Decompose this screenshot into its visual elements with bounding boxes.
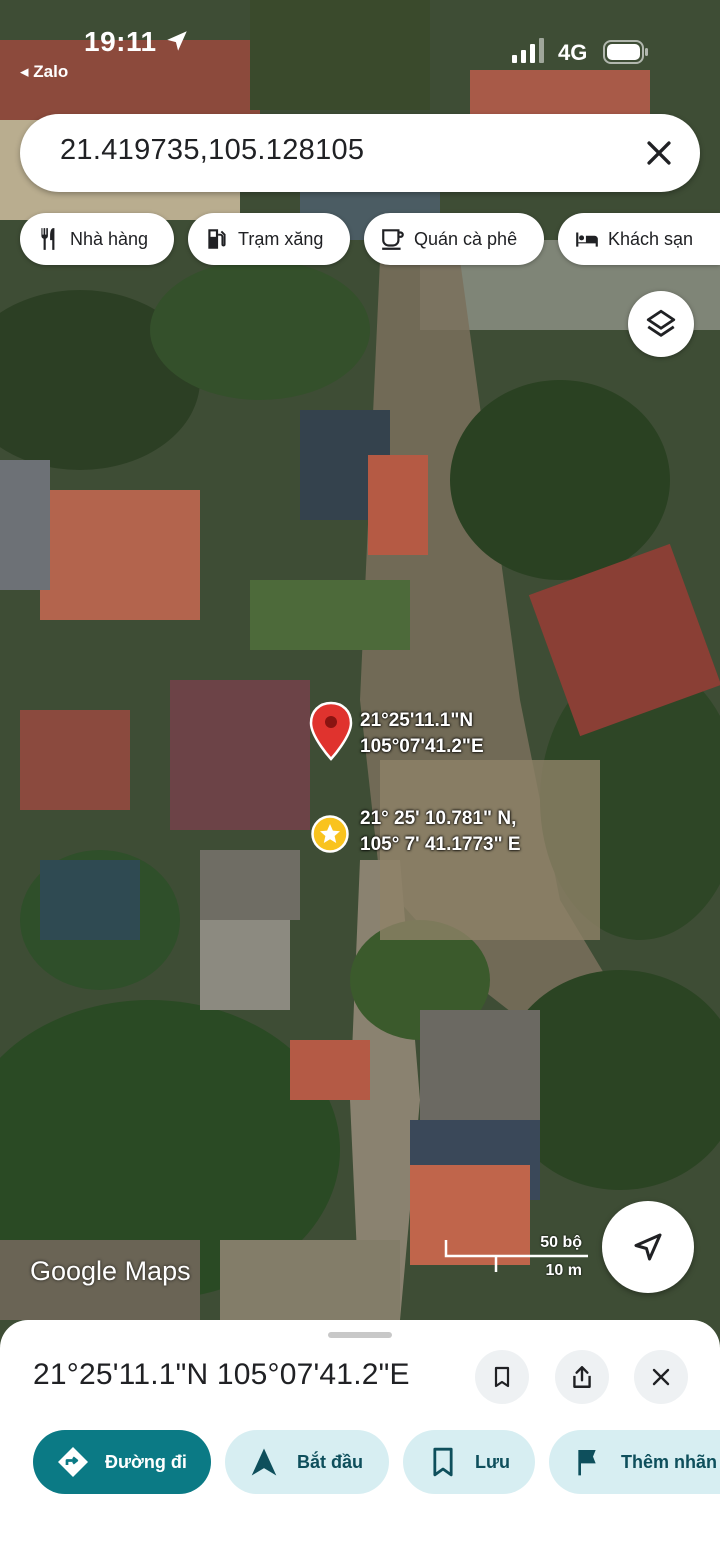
directions-label: Đường đi [105,1451,187,1472]
pin-label-line: 105°07'41.2"E [360,736,484,757]
close-sheet-button[interactable] [634,1350,688,1404]
restaurant-icon [41,228,55,250]
place-bottom-sheet[interactable]: 21°25'11.1"N 105°07'41.2"E Đường đi Bắt … [0,1320,720,1564]
directions-icon [58,1447,88,1477]
search-bar[interactable]: 21.419735,105.128105 [20,114,700,192]
place-title: 21°25'11.1"N 105°07'41.2"E [33,1358,410,1391]
chip-label: Trạm xăng [238,228,324,249]
save-label: Lưu [475,1451,511,1472]
google-maps-logo: Google Maps [30,1256,191,1286]
close-icon[interactable] [642,136,676,170]
share-icon [573,1366,591,1388]
close-icon [652,1368,670,1386]
start-label: Bắt đầu [297,1451,364,1472]
directions-button[interactable]: Đường đi [33,1430,211,1494]
add-label-label: Thêm nhãn [621,1451,718,1472]
chip-gas-stations[interactable]: Trạm xăng [188,213,350,265]
scale-metric: 10 m [545,1262,582,1279]
signal-strength-icon [512,38,544,63]
share-button[interactable] [555,1350,609,1404]
search-input[interactable]: 21.419735,105.128105 [60,134,364,167]
navigation-arrow-icon [251,1448,277,1476]
flag-icon [578,1450,596,1476]
start-button[interactable]: Bắt đầu [225,1430,389,1494]
save-button[interactable]: Lưu [403,1430,535,1494]
pin-label-line: 21°25'11.1"N [360,710,474,731]
battery-icon [603,40,648,64]
chip-hotels[interactable]: Khách sạn [558,213,720,265]
location-arrow-icon [167,31,187,51]
scale-imperial: 50 bộ [540,1234,582,1251]
network-type: 4G [558,40,588,65]
save-bookmark-button[interactable] [475,1350,529,1404]
chip-label: Khách sạn [608,228,694,249]
star-coordinates-label: 21° 25' 10.781" N, 105° 7' 41.1773" E [360,806,521,858]
bookmark-icon [494,1366,510,1388]
back-to-app-link[interactable]: ◂ Zalo [20,62,68,82]
map-pin-icon[interactable] [308,701,354,763]
chip-coffee[interactable]: Quán cà phê [364,213,544,265]
my-location-button[interactable] [602,1201,694,1293]
star-label-line: 21° 25' 10.781" N, [360,808,517,829]
coffee-icon [382,229,404,250]
hotel-icon [576,232,598,247]
add-label-button[interactable]: Thêm nhãn [549,1430,720,1494]
map-layers-button[interactable] [628,291,694,357]
navigation-arrow-icon [634,1233,662,1261]
map-scale: 50 bộ 10 m [444,1234,594,1286]
bookmark-icon [433,1447,453,1477]
pin-coordinates-label: 21°25'11.1"N 105°07'41.2"E [360,708,484,760]
drag-handle[interactable] [328,1332,392,1338]
status-time: 19:11 [84,26,157,57]
saved-place-star-icon[interactable] [311,815,349,853]
chip-label: Quán cà phê [414,228,518,249]
gas-station-icon [208,229,226,249]
layers-icon [646,309,676,337]
chip-restaurants[interactable]: Nhà hàng [20,213,174,265]
chip-label: Nhà hàng [70,228,149,249]
star-label-line: 105° 7' 41.1773" E [360,834,521,855]
